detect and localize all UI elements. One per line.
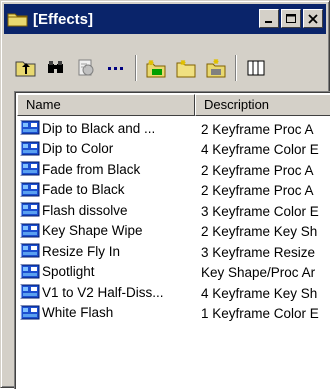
close-button[interactable] bbox=[303, 9, 323, 28]
view-button[interactable] bbox=[103, 55, 129, 81]
effect-description: Key Shape/Proc Ar bbox=[201, 265, 316, 281]
new-folder-icon bbox=[146, 60, 166, 78]
list-item[interactable]: Spotlight Key Shape/Proc Ar bbox=[17, 262, 330, 283]
list-item[interactable]: Resize Fly In 3 Keyframe Resize bbox=[17, 241, 330, 262]
columns-button[interactable] bbox=[243, 55, 269, 81]
effects-window: [Effects] Name Description Dip to Black … bbox=[0, 0, 330, 389]
effects-list[interactable]: Name Description Dip to Black and ... 2 K… bbox=[14, 91, 330, 389]
effect-name: Spotlight bbox=[42, 264, 95, 280]
effect-name: Key Shape Wipe bbox=[42, 223, 143, 239]
effect-description: 2 Keyframe Key Sh bbox=[201, 224, 318, 240]
effect-description: 3 Keyframe Color E bbox=[201, 203, 319, 219]
effect-description: 2 Keyframe Proc A bbox=[201, 183, 314, 199]
effect-name: Fade to Black bbox=[42, 182, 125, 198]
window-title: [Effects] bbox=[33, 10, 94, 28]
properties-icon bbox=[78, 59, 94, 76]
list-item[interactable]: White Flash 1 Keyframe Color E bbox=[17, 303, 330, 324]
effect-icon bbox=[20, 119, 40, 137]
folder-icon bbox=[7, 11, 29, 27]
small-icons-view-icon bbox=[108, 67, 123, 70]
open-folder-icon bbox=[176, 60, 196, 78]
effect-name: Fade from Black bbox=[42, 161, 141, 177]
effect-icon bbox=[20, 304, 40, 322]
list-rows: Dip to Black and ... 2 Keyframe Proc A Dip… bbox=[17, 118, 330, 323]
list-item[interactable]: Key Shape Wipe 2 Keyframe Key Sh bbox=[17, 221, 330, 242]
effect-icon bbox=[20, 263, 40, 281]
effect-description: 1 Keyframe Color E bbox=[201, 306, 319, 322]
list-header: Name Description bbox=[17, 94, 330, 116]
column-header-description[interactable]: Description bbox=[195, 94, 330, 116]
properties-button[interactable] bbox=[73, 55, 99, 81]
effect-description: 2 Keyframe Proc A bbox=[201, 121, 314, 137]
effect-icon bbox=[20, 201, 40, 219]
new-bin-button[interactable] bbox=[143, 55, 169, 81]
list-item[interactable]: Fade from Black 2 Keyframe Proc A bbox=[17, 159, 330, 180]
up-folder-icon bbox=[15, 61, 36, 77]
effect-name: Resize Fly In bbox=[42, 243, 121, 259]
effect-icon bbox=[20, 140, 40, 158]
toolbar bbox=[13, 51, 318, 85]
column-header-name[interactable]: Name bbox=[17, 94, 195, 116]
close-icon bbox=[308, 13, 318, 24]
effect-name: White Flash bbox=[42, 305, 114, 321]
columns-icon bbox=[247, 60, 265, 76]
effect-description: 2 Keyframe Proc A bbox=[201, 162, 314, 178]
toolbar-separator bbox=[135, 55, 137, 81]
minimize-icon bbox=[265, 20, 272, 23]
up-folder-button[interactable] bbox=[13, 55, 39, 81]
effect-description: 4 Keyframe Color E bbox=[201, 142, 319, 158]
maximize-button[interactable] bbox=[281, 9, 301, 28]
effect-icon bbox=[20, 283, 40, 301]
effect-icon bbox=[20, 222, 40, 240]
folder-properties-icon bbox=[206, 59, 226, 78]
effect-description: 3 Keyframe Resize bbox=[201, 244, 316, 260]
minimize-button[interactable] bbox=[259, 9, 279, 28]
maximize-icon bbox=[286, 13, 296, 23]
list-item[interactable]: Fade to Black 2 Keyframe Proc A bbox=[17, 180, 330, 201]
effect-icon bbox=[20, 242, 40, 260]
title-bar[interactable]: [Effects] bbox=[4, 4, 326, 34]
effect-name: V1 to V2 Half-Diss... bbox=[42, 284, 164, 300]
effect-name: Dip to Color bbox=[42, 141, 114, 157]
effect-icon bbox=[20, 181, 40, 199]
find-icon bbox=[48, 61, 63, 73]
bin-properties-button[interactable] bbox=[203, 55, 229, 81]
open-bin-button[interactable] bbox=[173, 55, 199, 81]
find-button[interactable] bbox=[43, 55, 69, 81]
list-item[interactable]: Dip to Black and ... 2 Keyframe Proc A bbox=[17, 118, 330, 139]
list-item[interactable]: Dip to Color 4 Keyframe Color E bbox=[17, 139, 330, 160]
list-item[interactable]: V1 to V2 Half-Diss... 4 Keyframe Key Sh bbox=[17, 282, 330, 303]
toolbar-separator bbox=[235, 55, 237, 81]
effect-icon bbox=[20, 160, 40, 178]
list-item[interactable]: Flash dissolve 3 Keyframe Color E bbox=[17, 200, 330, 221]
effect-name: Dip to Black and ... bbox=[42, 120, 156, 136]
effect-description: 4 Keyframe Key Sh bbox=[201, 285, 318, 301]
effect-name: Flash dissolve bbox=[42, 202, 128, 218]
